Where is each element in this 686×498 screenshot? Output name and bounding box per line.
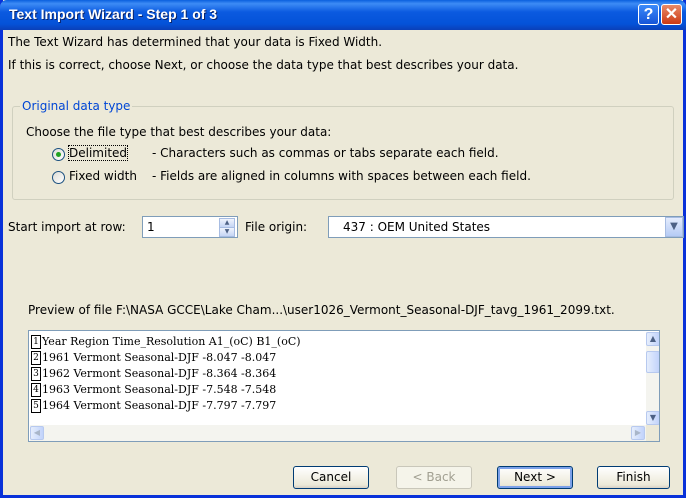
chevron-down-icon: ▼ bbox=[670, 221, 678, 232]
row-text: 1962 Vermont Seasonal-DJF -8.364 -8.364 bbox=[42, 367, 277, 380]
group-label-original-data-type: Original data type bbox=[20, 99, 133, 113]
scroll-down-button[interactable]: ▼ bbox=[646, 411, 659, 425]
chevron-up-icon: ▲ bbox=[224, 219, 230, 226]
row-text: 1963 Vermont Seasonal-DJF -7.548 -7.548 bbox=[42, 383, 277, 396]
window-title: Text Import Wizard - Step 1 of 3 bbox=[9, 6, 218, 22]
finish-button[interactable]: Finish bbox=[597, 466, 670, 489]
chevron-up-icon: ▲ bbox=[649, 334, 657, 343]
row-number: 3 bbox=[31, 367, 41, 381]
intro-line-1: The Text Wizard has determined that your… bbox=[8, 35, 383, 49]
radio-delimited-label[interactable]: Delimited bbox=[67, 145, 129, 161]
start-row-value: 1 bbox=[147, 220, 155, 234]
delimited-description: - Characters such as commas or tabs sepa… bbox=[152, 146, 499, 160]
file-preview-pane[interactable]: 1 Year Region Time_Resolution A1_(oC) B1_… bbox=[28, 330, 660, 442]
back-button[interactable]: < Back bbox=[396, 466, 472, 489]
chevron-right-icon: ▶ bbox=[634, 428, 642, 437]
chevron-down-icon: ▼ bbox=[224, 228, 230, 235]
preview-label: Preview of file F:\NASA GCCE\Lake Cham..… bbox=[28, 303, 615, 317]
file-origin-value: 437 : OEM United States bbox=[343, 220, 491, 234]
row-number: 2 bbox=[31, 351, 41, 365]
file-type-prompt: Choose the file type that best describes… bbox=[26, 125, 332, 139]
title-bar[interactable]: Text Import Wizard - Step 1 of 3 ? ✕ bbox=[0, 0, 686, 30]
dropdown-button[interactable]: ▼ bbox=[665, 217, 683, 237]
chevron-down-icon: ▼ bbox=[649, 413, 657, 422]
scrollbar-corner bbox=[646, 425, 659, 441]
scroll-right-button[interactable]: ▶ bbox=[631, 426, 645, 440]
spin-down-button[interactable]: ▼ bbox=[219, 227, 235, 237]
row-text: 1964 Vermont Seasonal-DJF -7.797 -7.797 bbox=[42, 399, 277, 412]
fixed-width-description: - Fields are aligned in columns with spa… bbox=[152, 169, 531, 183]
radio-delimited[interactable] bbox=[52, 148, 65, 161]
preview-row: 2 1961 Vermont Seasonal-DJF -8.047 -8.047 bbox=[31, 351, 276, 367]
row-text: Year Region Time_Resolution A1_(oC) B1_(… bbox=[42, 335, 301, 348]
start-row-input[interactable]: 1 ▲ ▼ bbox=[142, 216, 238, 238]
help-button[interactable]: ? bbox=[638, 4, 659, 25]
preview-row: 3 1962 Vermont Seasonal-DJF -8.364 -8.364 bbox=[31, 367, 276, 383]
close-button[interactable]: ✕ bbox=[661, 4, 682, 25]
file-origin-dropdown[interactable]: 437 : OEM United States ▼ bbox=[328, 216, 684, 238]
close-icon: ✕ bbox=[664, 6, 679, 23]
next-button[interactable]: Next > bbox=[497, 466, 573, 489]
row-text: 1961 Vermont Seasonal-DJF -8.047 -8.047 bbox=[42, 351, 277, 364]
intro-line-2: If this is correct, choose Next, or choo… bbox=[8, 58, 519, 72]
vertical-scroll-thumb[interactable] bbox=[646, 351, 659, 373]
row-number: 4 bbox=[31, 383, 41, 397]
radio-selected-dot bbox=[56, 152, 61, 157]
cancel-button[interactable]: Cancel bbox=[293, 466, 369, 489]
help-icon: ? bbox=[643, 6, 654, 23]
radio-fixed-width[interactable] bbox=[52, 171, 65, 184]
file-origin-label: File origin: bbox=[245, 220, 308, 234]
row-number: 5 bbox=[31, 399, 41, 413]
row-number: 1 bbox=[31, 335, 41, 349]
radio-fixed-width-label[interactable]: Fixed width bbox=[69, 169, 137, 183]
chevron-left-icon: ◀ bbox=[33, 428, 41, 437]
scroll-left-button[interactable]: ◀ bbox=[30, 426, 44, 440]
preview-row: 1 Year Region Time_Resolution A1_(oC) B1_… bbox=[31, 335, 301, 351]
preview-row: 5 1964 Vermont Seasonal-DJF -7.797 -7.797 bbox=[31, 399, 276, 415]
horizontal-scrollbar[interactable] bbox=[30, 425, 646, 441]
start-import-row-label: Start import at row: bbox=[8, 220, 126, 234]
scroll-up-button[interactable]: ▲ bbox=[646, 332, 659, 346]
preview-row: 4 1963 Vermont Seasonal-DJF -7.548 -7.548 bbox=[31, 383, 276, 399]
